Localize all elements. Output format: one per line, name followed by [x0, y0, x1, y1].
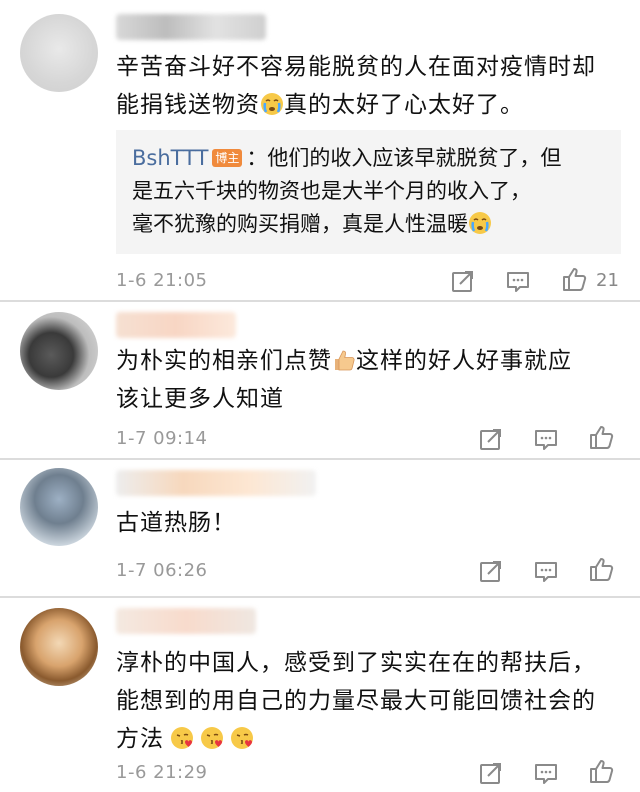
comment-line: 为朴实的相亲们点赞	[116, 348, 332, 374]
share-icon[interactable]	[478, 426, 504, 452]
comment-time: 1-6 21:29	[116, 762, 208, 783]
reply-author[interactable]: BshTTT	[132, 146, 208, 170]
reply-line: 毫不犹豫的购买捐赠，真是人性温暖	[132, 212, 468, 236]
username-blurred[interactable]	[116, 312, 236, 338]
avatar[interactable]	[20, 468, 98, 546]
thumbs-up-emoji	[332, 348, 356, 372]
comment-line: 真的太好了心太好了。	[284, 92, 524, 118]
face-blowing-kiss-emoji	[200, 726, 224, 750]
crying-face-emoji	[468, 211, 492, 235]
thumbs-up-icon[interactable]	[588, 424, 614, 450]
avatar[interactable]	[20, 312, 98, 390]
username-blurred[interactable]	[116, 470, 316, 496]
comment-line: 该让更多人知道	[116, 386, 284, 412]
comment-time: 1-6 21:05	[116, 270, 208, 291]
comment-line: 古道热肠！	[116, 510, 236, 536]
comment-line: 能想到的用自己的力量尽最大可能回馈社会的	[116, 688, 596, 714]
comment-icon[interactable]	[505, 268, 531, 294]
comment-text: 为朴实的相亲们点赞 这样的好人好事就应 该让更多人知道	[116, 342, 621, 418]
thumbs-up-icon[interactable]	[561, 266, 587, 292]
comment-icon[interactable]	[533, 426, 559, 452]
thumbs-up-icon[interactable]	[588, 758, 614, 784]
comment-text: 淳朴的中国人，感受到了实实在在的帮扶后， 能想到的用自己的力量尽最大可能回馈社会…	[116, 644, 621, 758]
reply-box[interactable]: BshTTT 博主 ：他们的收入应该早就脱贫了，但 是五六千块的物资也是大半个月的收…	[116, 130, 621, 254]
comment-time: 1-7 09:14	[116, 428, 208, 449]
comment-item: 古道热肠！ 1-7 06:26	[0, 460, 640, 598]
face-blowing-kiss-emoji	[230, 726, 254, 750]
username-blurred[interactable]	[116, 14, 266, 40]
comment-line: 辛苦奋斗好不容易能脱贫的人在面对疫情时却	[116, 54, 596, 80]
comment-item: 淳朴的中国人，感受到了实实在在的帮扶后， 能想到的用自己的力量尽最大可能回馈社会…	[0, 598, 640, 792]
comment-line: 能捐钱送物资	[116, 92, 260, 118]
comment-line: 这样的好人好事就应	[356, 348, 572, 374]
comment-time: 1-7 06:26	[116, 560, 208, 581]
thumbs-up-icon[interactable]	[588, 556, 614, 582]
share-icon[interactable]	[450, 268, 476, 294]
reply-line: 是五六千块的物资也是大半个月的收入了，	[132, 179, 531, 203]
username-blurred[interactable]	[116, 608, 256, 634]
share-icon[interactable]	[478, 760, 504, 786]
comment-text: 古道热肠！	[116, 504, 621, 542]
comment-item: 辛苦奋斗好不容易能脱贫的人在面对疫情时却 能捐钱送物资 真的太好了心太好了。 Bs…	[0, 0, 640, 302]
author-badge: 博主	[212, 149, 243, 167]
comment-line: 方法	[116, 726, 164, 752]
reply-line: ：他们的收入应该早就脱贫了，但	[246, 146, 562, 170]
avatar[interactable]	[20, 608, 98, 686]
comment-icon[interactable]	[533, 760, 559, 786]
like-count: 21	[596, 270, 619, 291]
comment-icon[interactable]	[533, 558, 559, 584]
comment-item: 为朴实的相亲们点赞 这样的好人好事就应 该让更多人知道 1-7 09:14	[0, 302, 640, 460]
comment-line: 淳朴的中国人，感受到了实实在在的帮扶后，	[116, 650, 596, 676]
face-blowing-kiss-emoji	[170, 726, 194, 750]
comment-text: 辛苦奋斗好不容易能脱贫的人在面对疫情时却 能捐钱送物资 真的太好了心太好了。	[116, 48, 621, 124]
share-icon[interactable]	[478, 558, 504, 584]
avatar[interactable]	[20, 14, 98, 92]
crying-face-emoji	[260, 92, 284, 116]
